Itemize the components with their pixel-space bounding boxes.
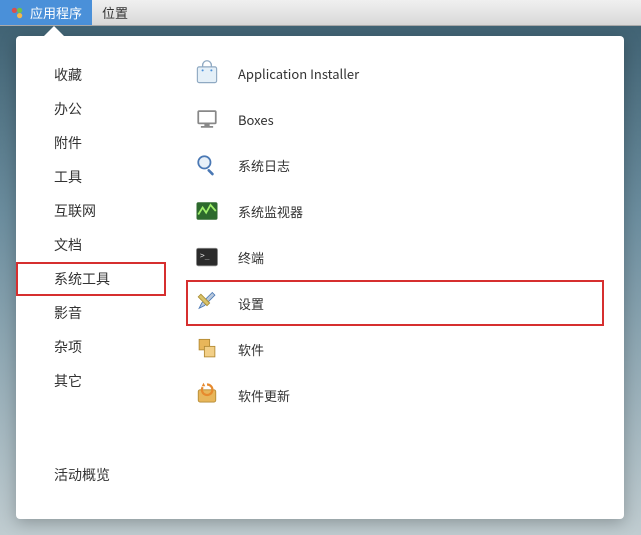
- app-label: Boxes: [238, 110, 274, 129]
- places-menu-label: 位置: [102, 3, 128, 22]
- category-sidebar: 收藏 办公 附件 工具 互联网 文档 系统工具 影音 杂项 其它 活动概览: [16, 36, 166, 519]
- sidebar-item-accessories[interactable]: 附件: [16, 126, 166, 160]
- sidebar-item-multimedia[interactable]: 影音: [16, 296, 166, 330]
- top-panel: 应用程序 位置: [0, 0, 641, 26]
- app-label: 终端: [238, 248, 264, 267]
- package-icon: [192, 334, 222, 364]
- app-label: Application Installer: [238, 64, 359, 83]
- wrench-screwdriver-icon: [192, 288, 222, 318]
- distro-logo-icon: [10, 6, 24, 20]
- sidebar-item-system-tools[interactable]: 系统工具: [16, 262, 166, 296]
- sidebar-item-tools[interactable]: 工具: [16, 160, 166, 194]
- sidebar-item-label: 杂项: [54, 337, 82, 357]
- app-item-boxes[interactable]: Boxes: [186, 96, 604, 142]
- app-label: 软件更新: [238, 386, 290, 405]
- sidebar-item-sundry[interactable]: 杂项: [16, 330, 166, 364]
- app-item-system-monitor[interactable]: 系统监视器: [186, 188, 604, 234]
- app-label: 系统监视器: [238, 202, 303, 221]
- app-item-system-logs[interactable]: 系统日志: [186, 142, 604, 188]
- applications-menu-button[interactable]: 应用程序: [0, 0, 92, 25]
- magnifier-icon: [192, 150, 222, 180]
- sidebar-item-label: 附件: [54, 133, 82, 153]
- sidebar-item-label: 其它: [54, 371, 82, 391]
- sidebar-item-label: 系统工具: [54, 269, 110, 289]
- application-list: Application Installer Boxes 系统日志 系统监视器 >…: [166, 36, 624, 519]
- sidebar-item-label: 文档: [54, 235, 82, 255]
- applications-dropdown: 收藏 办公 附件 工具 互联网 文档 系统工具 影音 杂项 其它 活动概览 Ap…: [16, 36, 624, 519]
- app-item-software-update[interactable]: 软件更新: [186, 372, 604, 418]
- terminal-icon: >_: [192, 242, 222, 272]
- update-refresh-icon: [192, 380, 222, 410]
- places-menu-button[interactable]: 位置: [92, 0, 138, 25]
- sidebar-item-other[interactable]: 其它: [16, 364, 166, 398]
- sidebar-item-documentation[interactable]: 文档: [16, 228, 166, 262]
- boxes-icon: [192, 104, 222, 134]
- sidebar-item-office[interactable]: 办公: [16, 92, 166, 126]
- app-label: 软件: [238, 340, 264, 359]
- app-item-settings[interactable]: 设置: [186, 280, 604, 326]
- svg-text:>_: >_: [200, 251, 210, 260]
- shopping-bag-icon: [192, 58, 222, 88]
- app-item-terminal[interactable]: >_ 终端: [186, 234, 604, 280]
- sidebar-item-label: 互联网: [54, 201, 96, 221]
- applications-menu-label: 应用程序: [30, 3, 82, 22]
- sidebar-item-favorites[interactable]: 收藏: [16, 58, 166, 92]
- sidebar-item-label: 收藏: [54, 65, 82, 85]
- sidebar-item-internet[interactable]: 互联网: [16, 194, 166, 228]
- monitor-chart-icon: [192, 196, 222, 226]
- app-item-software[interactable]: 软件: [186, 326, 604, 372]
- app-label: 系统日志: [238, 156, 290, 175]
- app-item-application-installer[interactable]: Application Installer: [186, 50, 604, 96]
- sidebar-item-label: 工具: [54, 167, 82, 187]
- activities-overview-button[interactable]: 活动概览: [16, 453, 166, 503]
- sidebar-item-label: 办公: [54, 99, 82, 119]
- activities-label: 活动概览: [54, 465, 110, 485]
- category-list: 收藏 办公 附件 工具 互联网 文档 系统工具 影音 杂项 其它: [16, 58, 166, 453]
- sidebar-item-label: 影音: [54, 303, 82, 323]
- app-label: 设置: [238, 294, 264, 313]
